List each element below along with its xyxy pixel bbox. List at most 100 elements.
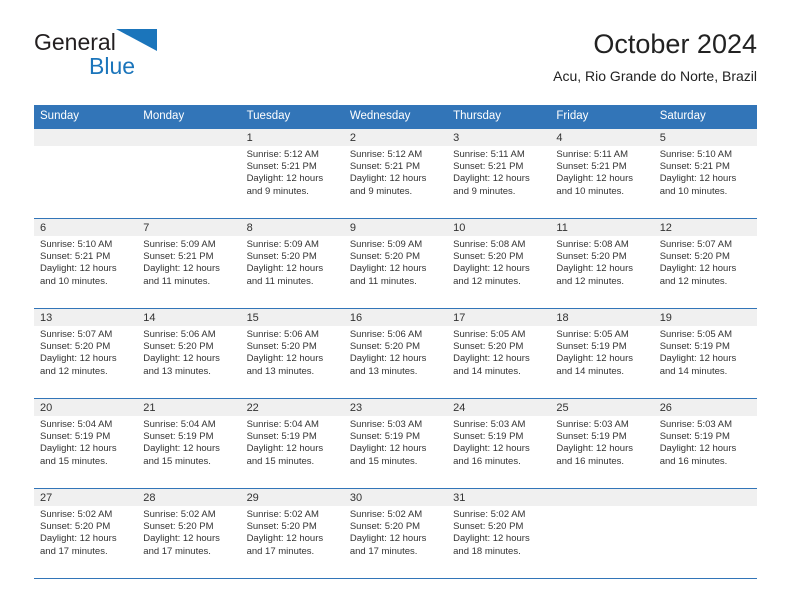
day-cell-content: 5 Sunrise: 5:10 AM Sunset: 5:21 PM Daylight… xyxy=(653,129,757,218)
day-details: Sunrise: 5:11 AM Sunset: 5:21 PM Daylight:… xyxy=(550,146,653,198)
sunset-time: Sunset: 5:21 PM xyxy=(143,251,214,263)
calendar-day-cell[interactable]: 16 Sunrise: 5:06 AM Sunset: 5:20 PM Dayligh… xyxy=(343,308,448,399)
calendar-day-cell[interactable]: 20 Sunrise: 5:04 AM Sunset: 5:19 PM Dayligh… xyxy=(34,398,138,489)
daylight-duration-line2: and 10 minutes. xyxy=(556,185,625,197)
day-details: Sunrise: 5:10 AM Sunset: 5:21 PM Daylight:… xyxy=(654,146,757,198)
calendar-day-cell[interactable]: 6 Sunrise: 5:10 AM Sunset: 5:21 PM Daylight… xyxy=(34,218,138,309)
calendar-day-cell[interactable]: 22 Sunrise: 5:04 AM Sunset: 5:19 PM Dayligh… xyxy=(240,398,344,489)
day-details: Sunrise: 5:02 AM Sunset: 5:20 PM Daylight:… xyxy=(241,506,344,558)
sunset-time: Sunset: 5:20 PM xyxy=(349,341,421,353)
calendar-day-cell[interactable]: 9 Sunrise: 5:09 AM Sunset: 5:20 PM Daylight… xyxy=(343,218,448,309)
day-details: Sunrise: 5:05 AM Sunset: 5:19 PM Daylight:… xyxy=(550,326,653,378)
sunrise-time: Sunrise: 5:10 AM xyxy=(659,149,733,160)
calendar-day-cell[interactable]: 28 Sunrise: 5:02 AM Sunset: 5:20 PM Dayligh… xyxy=(137,488,241,579)
calendar-day-cell[interactable]: 7 Sunrise: 5:09 AM Sunset: 5:21 PM Daylight… xyxy=(137,218,241,309)
sunrise-time: Sunrise: 5:03 AM xyxy=(659,419,733,430)
daylight-duration-line2: and 13 minutes. xyxy=(143,365,211,377)
day-cell-content xyxy=(137,129,241,218)
day-details: Sunrise: 5:04 AM Sunset: 5:19 PM Daylight:… xyxy=(34,416,137,468)
sunset-time: Sunset: 5:20 PM xyxy=(143,341,214,353)
day-cell-content: 12 Sunrise: 5:07 AM Sunset: 5:20 PM Dayligh… xyxy=(653,219,757,308)
calendar-day-cell[interactable]: 2 Sunrise: 5:12 AM Sunset: 5:21 PM Daylight… xyxy=(343,129,448,219)
calendar-day-cell[interactable]: 14 Sunrise: 5:06 AM Sunset: 5:20 PM Dayligh… xyxy=(137,308,241,399)
sunrise-time: Sunrise: 5:07 AM xyxy=(659,239,733,250)
calendar-week-row: 13 Sunrise: 5:07 AM Sunset: 5:20 PM Dayligh… xyxy=(34,308,757,399)
day-number: 15 xyxy=(240,309,344,326)
calendar-day-cell[interactable]: 12 Sunrise: 5:07 AM Sunset: 5:20 PM Dayligh… xyxy=(653,218,757,309)
daylight-duration-line2: and 9 minutes. xyxy=(246,185,309,197)
calendar-day-cell[interactable]: 1 Sunrise: 5:12 AM Sunset: 5:21 PM Daylight… xyxy=(240,129,344,219)
calendar-day-cell[interactable]: 8 Sunrise: 5:09 AM Sunset: 5:20 PM Daylight… xyxy=(240,218,344,309)
daylight-duration-line2: and 16 minutes. xyxy=(659,455,728,467)
day-number: 17 xyxy=(447,309,551,326)
sunrise-time: Sunrise: 5:08 AM xyxy=(453,239,526,250)
day-number: 11 xyxy=(550,219,654,236)
calendar-page: General Blue October 2024 Acu, Rio Grand… xyxy=(0,0,792,612)
calendar-day-cell[interactable]: 31 Sunrise: 5:02 AM Sunset: 5:20 PM Dayligh… xyxy=(447,488,551,579)
sunrise-time: Sunrise: 5:04 AM xyxy=(40,419,113,430)
sunrise-time: Sunrise: 5:12 AM xyxy=(349,149,423,160)
day-details: Sunrise: 5:06 AM Sunset: 5:20 PM Daylight:… xyxy=(137,326,240,378)
day-cell-content xyxy=(550,489,654,578)
daylight-duration-line2: and 13 minutes. xyxy=(349,365,418,377)
sunrise-time: Sunrise: 5:09 AM xyxy=(246,239,319,250)
calendar-day-cell[interactable]: 21 Sunrise: 5:04 AM Sunset: 5:19 PM Dayligh… xyxy=(137,398,241,489)
day-cell-content: 13 Sunrise: 5:07 AM Sunset: 5:20 PM Dayligh… xyxy=(34,309,138,398)
daylight-duration-line2: and 17 minutes. xyxy=(246,545,315,557)
calendar-day-cell[interactable]: 19 Sunrise: 5:05 AM Sunset: 5:19 PM Dayligh… xyxy=(653,308,757,399)
daylight-duration-line1: Daylight: 12 hours xyxy=(246,533,324,545)
day-details: Sunrise: 5:10 AM Sunset: 5:21 PM Daylight:… xyxy=(34,236,137,288)
calendar-day-cell[interactable]: 10 Sunrise: 5:08 AM Sunset: 5:20 PM Dayligh… xyxy=(447,218,551,309)
day-details: Sunrise: 5:02 AM Sunset: 5:20 PM Daylight:… xyxy=(34,506,137,558)
day-cell-content xyxy=(34,129,138,218)
calendar-day-cell[interactable]: 13 Sunrise: 5:07 AM Sunset: 5:20 PM Dayligh… xyxy=(34,308,138,399)
sunset-time: Sunset: 5:20 PM xyxy=(659,251,730,263)
sunset-time: Sunset: 5:19 PM xyxy=(453,431,524,443)
calendar-day-cell[interactable]: 23 Sunrise: 5:03 AM Sunset: 5:19 PM Dayligh… xyxy=(343,398,448,489)
calendar-day-cell[interactable]: 27 Sunrise: 5:02 AM Sunset: 5:20 PM Dayligh… xyxy=(34,488,138,579)
weekday-header-wednesday: Wednesday xyxy=(343,105,448,129)
brand-name-general: General xyxy=(34,28,264,57)
sunrise-time: Sunrise: 5:09 AM xyxy=(143,239,216,250)
sunset-time: Sunset: 5:21 PM xyxy=(659,161,730,173)
daylight-duration-line2: and 18 minutes. xyxy=(453,545,521,557)
calendar-day-cell[interactable]: 26 Sunrise: 5:03 AM Sunset: 5:19 PM Dayligh… xyxy=(653,398,757,489)
calendar-day-cell[interactable]: 25 Sunrise: 5:03 AM Sunset: 5:19 PM Dayligh… xyxy=(550,398,654,489)
daylight-duration-line2: and 9 minutes. xyxy=(349,185,413,197)
sunrise-time: Sunrise: 5:03 AM xyxy=(556,419,629,430)
day-cell-content: 2 Sunrise: 5:12 AM Sunset: 5:21 PM Daylight… xyxy=(343,129,448,218)
day-number: 23 xyxy=(343,399,448,416)
calendar-day-cell[interactable]: 17 Sunrise: 5:05 AM Sunset: 5:20 PM Dayligh… xyxy=(447,308,551,399)
day-cell-content: 31 Sunrise: 5:02 AM Sunset: 5:20 PM Dayligh… xyxy=(447,489,551,578)
weekday-header-row: Sunday Monday Tuesday Wednesday Thursday Frid… xyxy=(34,105,757,129)
daylight-duration-line2: and 10 minutes. xyxy=(40,275,108,287)
sunset-time: Sunset: 5:20 PM xyxy=(453,251,524,263)
daylight-duration-line1: Daylight: 12 hours xyxy=(659,263,737,275)
calendar-day-cell[interactable]: 29 Sunrise: 5:02 AM Sunset: 5:20 PM Dayligh… xyxy=(240,488,344,579)
daylight-duration-line2: and 11 minutes. xyxy=(349,275,417,287)
sunrise-time: Sunrise: 5:03 AM xyxy=(453,419,526,430)
calendar-empty-cell xyxy=(34,129,138,219)
calendar-day-cell[interactable]: 5 Sunrise: 5:10 AM Sunset: 5:21 PM Daylight… xyxy=(653,129,757,219)
day-cell-content: 6 Sunrise: 5:10 AM Sunset: 5:21 PM Daylight… xyxy=(34,219,138,308)
weekday-header-friday: Friday xyxy=(550,105,654,129)
calendar-day-cell[interactable]: 3 Sunrise: 5:11 AM Sunset: 5:21 PM Daylight… xyxy=(447,129,551,219)
brand-logo: General Blue xyxy=(34,28,264,90)
sunrise-time: Sunrise: 5:04 AM xyxy=(246,419,319,430)
weekday-header-sunday: Sunday xyxy=(34,105,138,129)
daylight-duration-line1: Daylight: 12 hours xyxy=(349,173,427,185)
daylight-duration-line1: Daylight: 12 hours xyxy=(659,353,737,365)
daylight-duration-line1: Daylight: 12 hours xyxy=(659,173,737,185)
day-number: 8 xyxy=(240,219,344,236)
sunrise-time: Sunrise: 5:06 AM xyxy=(246,329,319,340)
calendar-day-cell[interactable]: 15 Sunrise: 5:06 AM Sunset: 5:20 PM Dayligh… xyxy=(240,308,344,399)
calendar-day-cell[interactable]: 11 Sunrise: 5:08 AM Sunset: 5:20 PM Dayligh… xyxy=(550,218,654,309)
daylight-duration-line2: and 12 minutes. xyxy=(659,275,728,287)
calendar-day-cell[interactable]: 18 Sunrise: 5:05 AM Sunset: 5:19 PM Dayligh… xyxy=(550,308,654,399)
calendar-day-cell[interactable]: 30 Sunrise: 5:02 AM Sunset: 5:20 PM Dayligh… xyxy=(343,488,448,579)
calendar-day-cell[interactable]: 4 Sunrise: 5:11 AM Sunset: 5:21 PM Daylight… xyxy=(550,129,654,219)
brand-name-blue: Blue xyxy=(89,53,136,79)
daylight-duration-line1: Daylight: 12 hours xyxy=(453,263,530,275)
sunset-time: Sunset: 5:19 PM xyxy=(659,341,730,353)
calendar-day-cell[interactable]: 24 Sunrise: 5:03 AM Sunset: 5:19 PM Dayligh… xyxy=(447,398,551,489)
